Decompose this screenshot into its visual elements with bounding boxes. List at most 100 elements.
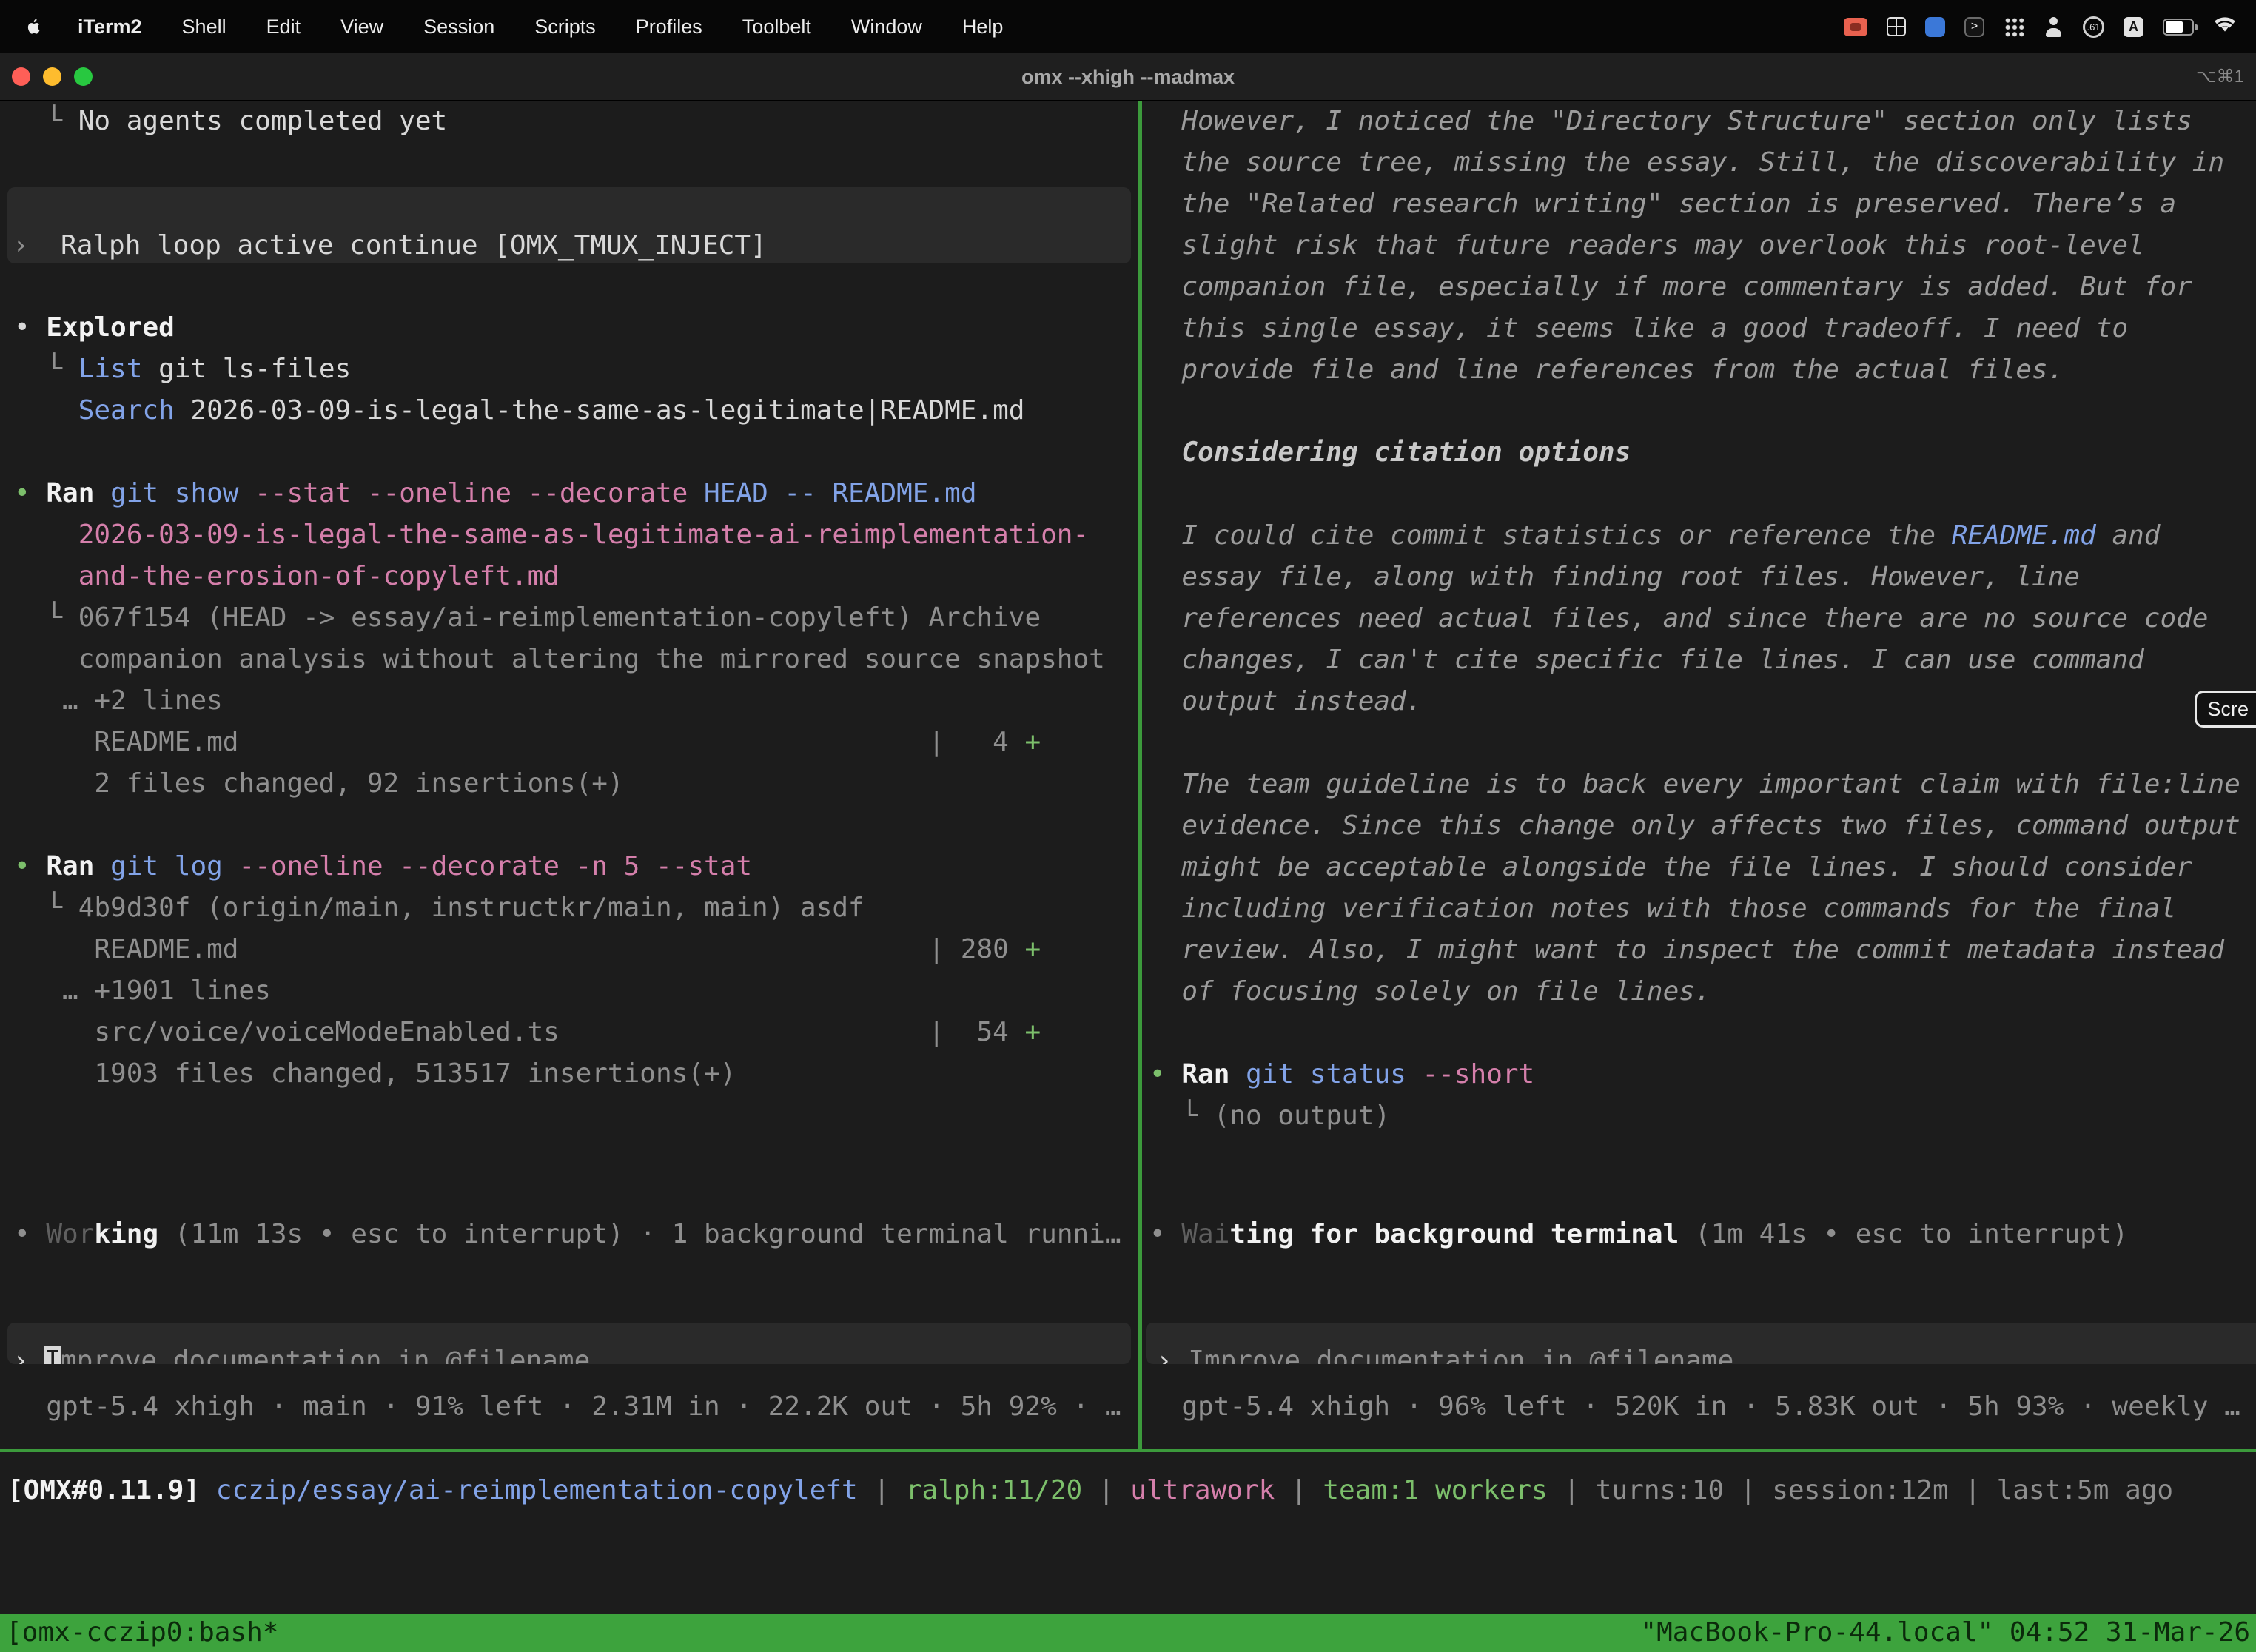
menu-item-iterm2[interactable]: iTerm2 [58, 16, 162, 38]
terminal-text: might be acceptable alongside the file l… [1149, 852, 2192, 882]
terminal-line: slight risk that future readers may over… [1149, 225, 2256, 266]
terminal-text: • [14, 1219, 46, 1249]
terminal-line [1149, 474, 2256, 515]
terminal-text: | [1548, 1475, 1596, 1505]
terminal-line: the "Related research writing" section i… [1149, 184, 2256, 225]
right-pane-bottom: • Waiting for background terminal (1m 41… [1149, 1214, 2256, 1449]
terminal-text: git ls-files [142, 354, 351, 384]
terminal-text: including verification notes with those … [1149, 893, 2176, 924]
terminal-line: including verification notes with those … [1149, 888, 2256, 930]
terminal-line: review. Also, I might want to inspect th… [1149, 930, 2256, 971]
terminal-text: and [2096, 520, 2161, 551]
terminal-text [238, 478, 255, 508]
screen-recording-icon[interactable] [1844, 18, 1867, 36]
terminal-text: + [1024, 934, 1041, 964]
terminal-text: last:5m ago [1997, 1475, 2173, 1505]
menu-item-help[interactable]: Help [942, 16, 1024, 38]
terminal-text: | [858, 1475, 906, 1505]
terminal-text: | 280 [928, 934, 1024, 964]
terminal-text: | [1724, 1475, 1772, 1505]
left-pane-top: └ No agents completed yet [14, 101, 1138, 142]
terminal-text: this single essay, it seems like a good … [1149, 313, 2128, 343]
terminal-line: Considering citation options [1149, 432, 2256, 474]
terminal-line [1149, 722, 2256, 764]
window-shortcut-badge: ⌥⌘1 [2196, 53, 2244, 101]
terminal-text: of focusing solely on file lines. [1149, 976, 1711, 1007]
dots-grid-icon[interactable] [2004, 16, 2024, 37]
menu-item-toolbelt[interactable]: Toolbelt [722, 16, 831, 38]
terminal-text: No agents completed yet [78, 106, 448, 136]
terminal-text [14, 561, 78, 591]
terminal-line: However, I noticed the "Directory Struct… [1149, 101, 2256, 142]
terminal-text: Considering citation options [1149, 437, 1631, 468]
terminal-text: 4b9d30f (origin/main, instructkr/main, m… [78, 893, 865, 923]
menu-item-window[interactable]: Window [831, 16, 942, 38]
working-status-line: • Working (11m 13s • esc to interrupt) ·… [14, 1214, 1138, 1255]
blue-app-icon[interactable] [1925, 17, 1945, 37]
left-pane-log: • Explored └ List git ls-files Search 20… [14, 307, 1138, 1095]
terminal-line: README.md | 4 + [14, 722, 1138, 763]
terminal-area: └ No agents completed yet › Ralph loop a… [0, 101, 2256, 1449]
model-status-left: gpt-5.4 xhigh · main · 91% left · 2.31M … [14, 1386, 1138, 1428]
terminal-text: HEAD -- README.md [704, 478, 976, 508]
terminal-text: ralph:11/20 [906, 1475, 1082, 1505]
terminal-text: (1m 41s • esc to interrupt) [1695, 1219, 2128, 1249]
menu-item-session[interactable]: Session [403, 16, 514, 38]
terminal-line [1149, 1013, 2256, 1054]
terminal-line [1149, 391, 2256, 432]
menu-item-shell[interactable]: Shell [162, 16, 246, 38]
terminal-line: • Ran git show --stat --oneline --decora… [14, 473, 1138, 514]
screen-share-overlay[interactable]: Scre [2195, 691, 2256, 728]
prompt-input-right[interactable]: › Improve documentation in @filename [1146, 1323, 2256, 1364]
terminal-line: companion analysis without altering the … [14, 639, 1138, 680]
terminal-text: • [1149, 1059, 1181, 1089]
battery-icon[interactable] [2163, 19, 2194, 36]
terminal-text: --oneline --decorate -n 5 --stat [238, 851, 752, 882]
right-pane[interactable]: However, I noticed the "Directory Struct… [1142, 101, 2256, 1449]
terminal-text: 2026-03-09-is-legal-the-same-as-legitima… [175, 395, 1025, 426]
wifi-icon[interactable] [2213, 15, 2237, 39]
terminal-line: this single essay, it seems like a good … [1149, 308, 2256, 349]
terminal-text: essay file, along with finding root file… [1149, 562, 2080, 592]
terminal-text: git show [110, 478, 238, 508]
terminal-app-icon[interactable] [1964, 17, 1984, 37]
input-source-icon[interactable]: A [2124, 17, 2143, 37]
terminal-line: references need actual files, and since … [1149, 598, 2256, 639]
prompt-input-left[interactable]: › Improve documentation in @filename [7, 1323, 1131, 1364]
terminal-text: companion analysis without altering the … [14, 644, 1105, 674]
terminal-text: (no output) [1214, 1101, 1390, 1131]
terminal-text: 1903 files changed, 513517 insertions(+) [14, 1058, 736, 1089]
terminal-text [223, 851, 239, 882]
terminal-text: + [1024, 727, 1041, 757]
terminal-text: gpt-5.4 xhigh · main · 91% left · 2.31M … [14, 1391, 1121, 1422]
menu-item-profiles[interactable]: Profiles [616, 16, 722, 38]
terminal-text: | [1082, 1475, 1130, 1505]
terminal-line: changes, I can't cite specific file line… [1149, 639, 2256, 681]
left-pane-bottom: • Working (11m 13s • esc to interrupt) ·… [14, 1214, 1138, 1449]
terminal-line: and-the-erosion-of-copyleft.md [14, 556, 1138, 597]
terminal-line: • Explored [14, 307, 1138, 349]
terminal-text: Ran [1181, 1059, 1229, 1089]
terminal-text: └ [14, 602, 78, 633]
right-pane-log: However, I noticed the "Directory Struct… [1149, 101, 2256, 1137]
menu-item-view[interactable]: View [320, 16, 403, 38]
terminal-text: git log [110, 851, 223, 882]
battery-gauge-icon[interactable]: .61 [2083, 16, 2104, 38]
terminal-text: Wai [1181, 1219, 1229, 1249]
window-title: omx --xhigh --madmax [0, 53, 2256, 100]
left-pane[interactable]: └ No agents completed yet › Ralph loop a… [0, 101, 1138, 1449]
profile-icon[interactable] [2044, 17, 2064, 37]
terminal-text: Search [78, 395, 175, 426]
apple-menu-icon[interactable] [13, 16, 58, 38]
terminal-line: • Ran git status --short [1149, 1054, 2256, 1095]
waiting-status-line: • Waiting for background terminal (1m 41… [1149, 1214, 2256, 1255]
menu-item-edit[interactable]: Edit [246, 16, 321, 38]
terminal-line: 1903 files changed, 513517 insertions(+) [14, 1053, 1138, 1095]
terminal-text: Improve documentation in @filename [1188, 1346, 1733, 1364]
terminal-text: output instead. [1149, 686, 1422, 716]
tmux-session-name[interactable]: [omx-cczip0:bash* [6, 1614, 278, 1652]
terminal-text: └ [14, 106, 78, 136]
menu-item-scripts[interactable]: Scripts [514, 16, 616, 38]
window-grid-icon[interactable] [1887, 17, 1906, 36]
terminal-line: … +1901 lines [14, 970, 1138, 1012]
